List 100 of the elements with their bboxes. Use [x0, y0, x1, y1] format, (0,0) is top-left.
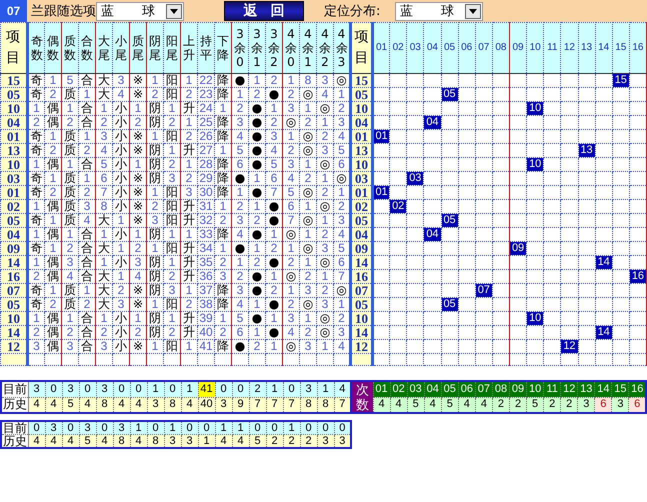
- row-label: 04: [350, 116, 372, 130]
- table-cell: 1: [181, 381, 198, 397]
- table-cell: 25: [198, 116, 214, 130]
- table-cell: 8: [317, 397, 334, 413]
- table-cell: 2: [300, 270, 316, 284]
- table-cell: 32: [198, 214, 214, 228]
- table-cell: 7: [266, 186, 282, 200]
- table-cell: 2: [492, 397, 510, 413]
- table-cell: 1: [180, 74, 198, 88]
- column-header: 项目: [350, 22, 372, 74]
- table-cell: 降: [214, 74, 232, 88]
- table-cell: 2: [266, 116, 282, 130]
- table-cell: ◎: [316, 326, 334, 340]
- table-cell: 偶: [44, 312, 62, 326]
- table-cell: 阳: [164, 88, 180, 102]
- row-label: 04: [350, 228, 372, 242]
- table-cell: 1: [78, 130, 96, 144]
- table-cell: 4: [458, 397, 476, 413]
- row-label: 05: [0, 298, 28, 312]
- table-cell: 1: [282, 284, 300, 298]
- table-cell: 4: [130, 434, 147, 448]
- table-cell: 40: [198, 326, 214, 340]
- table-cell: 1: [62, 158, 78, 172]
- table-cell: 3: [164, 434, 181, 448]
- table-cell: 0: [181, 421, 198, 434]
- table-cell: 1: [96, 256, 112, 270]
- table-cell: 0: [215, 381, 232, 397]
- table-cell: 1: [248, 74, 266, 88]
- table-cell: 3: [180, 186, 198, 200]
- table-cell: 0: [113, 381, 130, 397]
- ball-select[interactable]: 蓝 球: [395, 2, 483, 20]
- table-cell: 大: [96, 242, 112, 256]
- table-cell: 3: [232, 214, 248, 228]
- table-cell: 3: [79, 421, 96, 434]
- row-label: 13: [350, 144, 372, 158]
- table-cell: 阳: [164, 74, 180, 88]
- table-cell: 小: [112, 186, 130, 200]
- table-cell: 3: [334, 434, 351, 448]
- column-header: 12: [560, 22, 578, 74]
- table-cell: 4: [334, 381, 351, 397]
- table-cell: 2: [28, 116, 44, 130]
- table-cell: 4: [96, 144, 112, 158]
- row-label: 历史: [1, 397, 28, 413]
- table-cell: ●: [248, 158, 266, 172]
- table-cell: 1: [147, 381, 164, 397]
- table-cell: 1: [300, 158, 316, 172]
- table-cell: 3: [28, 340, 44, 354]
- table-cell: 奇: [28, 88, 44, 102]
- table-cell: 1: [180, 228, 198, 242]
- table-cell: 4: [390, 397, 408, 413]
- table-cell: 3: [147, 397, 164, 413]
- table-cell: 4: [282, 326, 300, 340]
- table-cell: 大: [96, 214, 112, 228]
- table-cell: ●: [266, 214, 282, 228]
- table-cell: ●: [248, 116, 266, 130]
- table-cell: 2: [96, 116, 112, 130]
- table-cell: 3: [232, 116, 248, 130]
- table-cell: 2: [62, 242, 78, 256]
- table-cell: 8: [113, 434, 130, 448]
- table-cell: 合: [78, 242, 96, 256]
- row-label: 05: [0, 88, 28, 102]
- table-cell: 23: [198, 88, 214, 102]
- table-cell: ◎: [316, 102, 334, 116]
- table-cell: 1: [28, 158, 44, 172]
- table-cell: 0: [45, 381, 62, 397]
- table-cell: 合: [78, 270, 96, 284]
- table-cell: ◎: [316, 200, 334, 214]
- table-cell: 1: [146, 340, 164, 354]
- table-cell: ●: [266, 88, 282, 102]
- table-cell: 阳: [164, 186, 180, 200]
- table-cell: 36: [198, 270, 214, 284]
- table-cell: 偶: [44, 340, 62, 354]
- table-cell: 2: [28, 326, 44, 340]
- column-header: 4余1: [300, 22, 316, 74]
- table-cell: 38: [198, 298, 214, 312]
- table-cell: 偶: [44, 228, 62, 242]
- back-button[interactable]: 返 回: [224, 1, 304, 21]
- ball-select[interactable]: 蓝 球: [96, 2, 184, 20]
- row-label: 07: [350, 284, 372, 298]
- table-cell: 2: [300, 434, 317, 448]
- table-cell: ※: [130, 214, 146, 228]
- table-cell: 4: [113, 397, 130, 413]
- column-header: 04: [424, 381, 442, 397]
- table-cell: 2: [130, 242, 146, 256]
- table-cell: 3: [316, 74, 334, 88]
- table-cell: ※: [130, 340, 146, 354]
- table-cell: ※: [130, 186, 146, 200]
- table-cell: 1: [146, 130, 164, 144]
- column-header: 3余2: [266, 22, 282, 74]
- table-cell: 7: [96, 186, 112, 200]
- table-cell: 降: [214, 172, 232, 186]
- table-cell: 2: [164, 326, 180, 340]
- column-header: 3余0: [232, 22, 248, 74]
- table-cell: 阴: [146, 312, 164, 326]
- column-header: 06: [458, 22, 476, 74]
- table-cell: 2: [214, 256, 232, 270]
- table-cell: 合: [78, 158, 96, 172]
- table-cell: 阴: [146, 116, 164, 130]
- table-cell: 偶: [44, 270, 62, 284]
- table-cell: 2: [560, 397, 578, 413]
